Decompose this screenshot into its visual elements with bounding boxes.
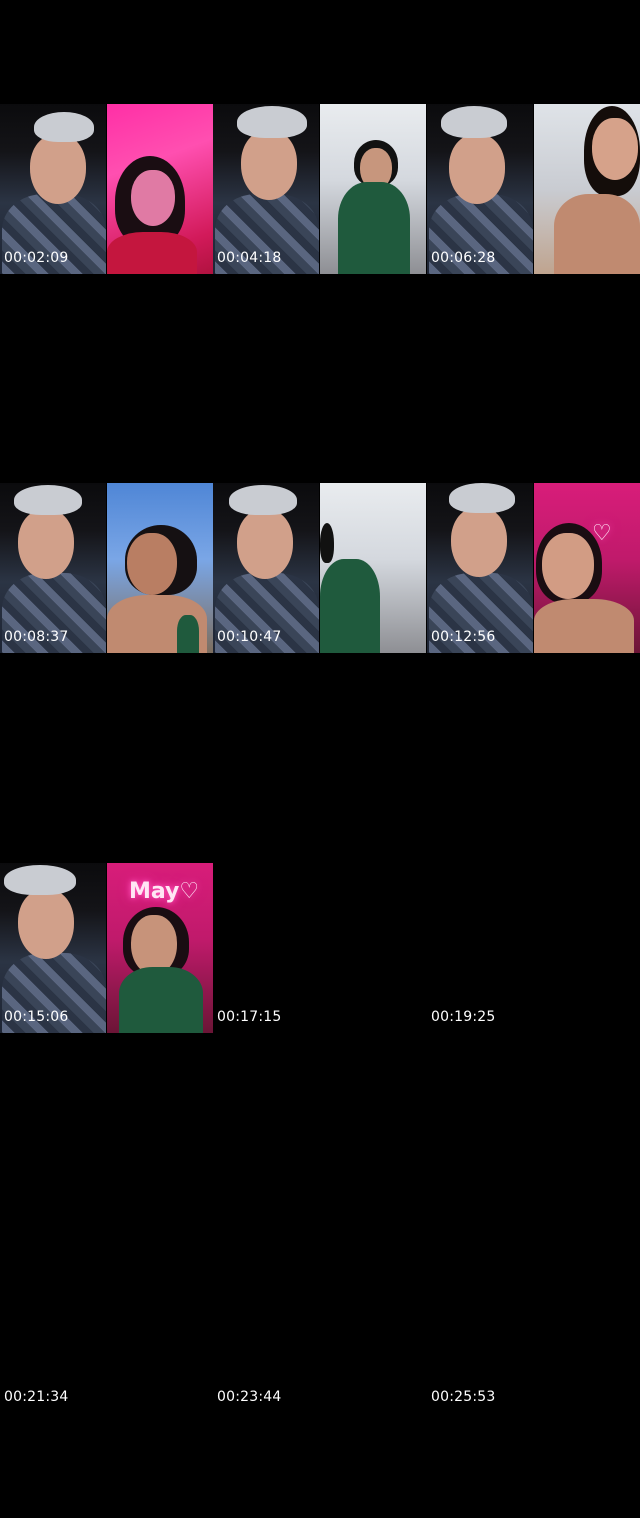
thumbnail-frame-woman [534, 104, 640, 274]
timestamp: 00:08:37 [4, 629, 69, 645]
timestamp: 00:10:47 [217, 629, 282, 645]
timestamp: 00:19:25 [431, 1009, 496, 1025]
timestamp: 00:02:09 [4, 250, 69, 266]
timestamp: 00:06:28 [431, 250, 496, 266]
grid-cell[interactable]: ♡ 00:12:56 [427, 379, 640, 758]
grid-cell[interactable]: 00:25:53 [427, 1139, 640, 1518]
timestamp: 00:04:18 [217, 250, 282, 266]
timestamp: 00:23:44 [217, 1389, 282, 1405]
video-thumbnail[interactable]: May♡ [0, 863, 213, 1033]
thumbnail-frame-man [213, 104, 319, 274]
timestamp: 00:17:15 [217, 1009, 282, 1025]
thumbnail-frame-woman [107, 104, 213, 274]
grid-cell[interactable]: 00:19:25 [427, 759, 640, 1138]
thumbnail-frame-man [427, 104, 533, 274]
thumbnail-frame-man [213, 483, 319, 653]
grid-cell[interactable]: 00:04:18 [213, 0, 426, 379]
timestamp: 00:25:53 [431, 1389, 496, 1405]
thumbnail-frame-man [0, 104, 106, 274]
video-thumbnail[interactable] [0, 483, 213, 653]
grid-cell[interactable]: 00:17:15 [213, 759, 426, 1138]
thumbnail-frame-man [0, 483, 106, 653]
timestamp: 00:21:34 [4, 1389, 69, 1405]
grid-cell[interactable]: 00:02:09 [0, 0, 213, 379]
grid-cell[interactable]: 00:21:34 [0, 1139, 213, 1518]
grid-cell[interactable]: May♡ 00:15:06 [0, 759, 213, 1138]
thumbnail-frame-woman [320, 483, 426, 653]
timestamp: 00:12:56 [431, 629, 496, 645]
video-thumbnail[interactable] [427, 104, 640, 274]
thumbnail-frame-woman: ♡ [534, 483, 640, 653]
thumbnail-frame-man [427, 483, 533, 653]
thumbnail-frame-woman [107, 483, 213, 653]
thumbnail-frame-woman [320, 104, 426, 274]
grid-cell[interactable]: 00:08:37 [0, 379, 213, 758]
grid-cell[interactable]: 00:10:47 [213, 379, 426, 758]
timestamp: 00:15:06 [4, 1009, 69, 1025]
grid-cell[interactable]: 00:06:28 [427, 0, 640, 379]
video-thumbnail[interactable] [0, 104, 213, 274]
neon-sign: May♡ [129, 879, 200, 904]
thumbnail-frame-woman: May♡ [107, 863, 213, 1033]
video-thumbnail[interactable] [213, 104, 426, 274]
video-thumbnail[interactable]: ♡ [427, 483, 640, 653]
grid-cell[interactable]: 00:23:44 [213, 1139, 426, 1518]
video-thumbnail[interactable] [213, 483, 426, 653]
thumbnail-frame-man [0, 863, 106, 1033]
